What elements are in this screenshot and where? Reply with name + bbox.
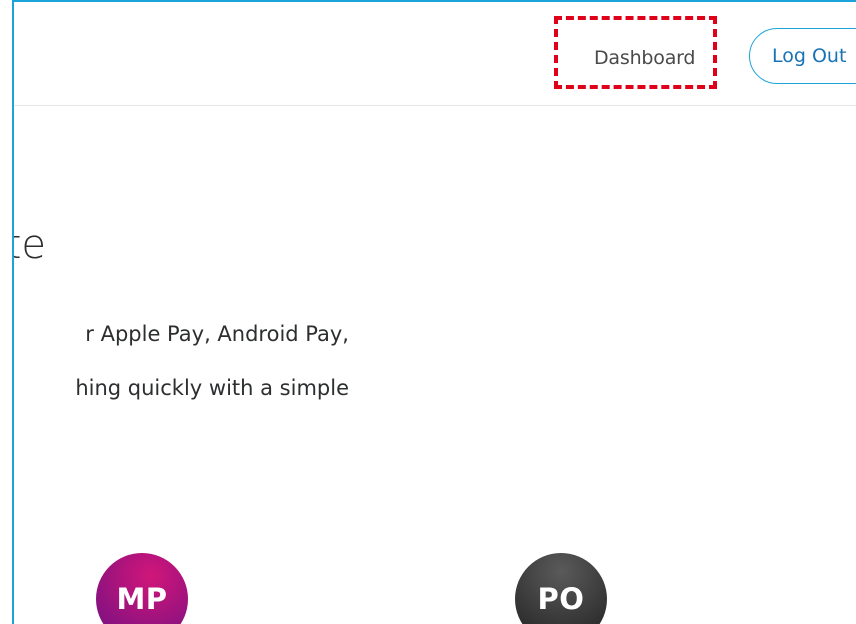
logout-button[interactable]: Log Out (749, 28, 856, 84)
nav-link-dashboard[interactable]: Dashboard (594, 47, 695, 69)
hero-description-line-2: hing quickly with a simple (14, 376, 856, 412)
hero-description-line-1: r Apple Pay, Android Pay, (14, 322, 856, 358)
hero-description-text-1: r Apple Pay, Android Pay, (85, 322, 349, 346)
hero-heading-text: te (14, 222, 46, 268)
avatar-mp[interactable]: MP (96, 553, 188, 624)
site-header: Dashboard Log Out (14, 2, 856, 106)
hero-heading: te (14, 222, 856, 282)
browser-viewport: Dashboard Log Out te r Apple Pay, Androi… (0, 0, 856, 624)
hero-description-text-2: hing quickly with a simple (75, 376, 349, 400)
avatar-po[interactable]: PO (515, 553, 607, 624)
